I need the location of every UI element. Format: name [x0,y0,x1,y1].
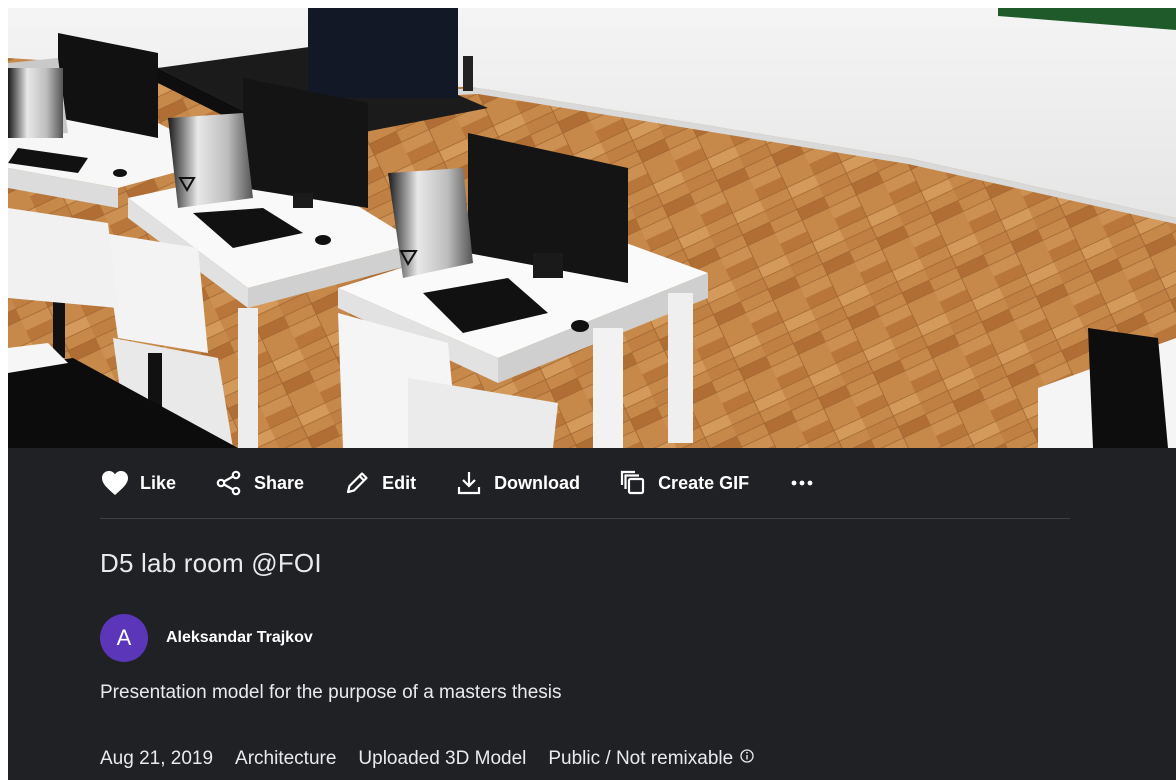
share-icon [214,468,244,498]
visibility-label: Public / Not remixable [548,748,734,769]
create-gif-icon [618,468,648,498]
model-viewer[interactable] [8,8,1176,448]
more-icon [787,468,817,498]
download-icon [454,468,484,498]
create-gif-button[interactable]: Create GIF [618,463,749,503]
like-label: Like [140,472,177,493]
info-icon[interactable] [739,748,755,764]
info-panel: Like Share Edit Download Create GIF D5 l… [8,448,1176,780]
like-button[interactable]: Like [100,463,176,503]
model-metadata: Aug 21, 2019 Architecture Uploaded 3D Mo… [100,748,755,770]
share-button[interactable]: Share [214,463,304,503]
download-label: Download [494,472,581,493]
edit-label: Edit [382,472,417,493]
share-label: Share [254,472,305,493]
pencil-icon [342,468,372,498]
upload-date: Aug 21, 2019 [100,748,214,769]
scene-render [8,8,1176,448]
avatar: A [100,614,148,662]
author-name: Aleksandar Trajkov [166,629,313,646]
action-bar: Like Share Edit Download Create GIF [100,448,1070,519]
download-button[interactable]: Download [454,463,580,503]
model-type-label: Uploaded 3D Model [358,748,527,769]
more-options-button[interactable] [787,463,817,503]
heart-icon [100,468,130,498]
category-label: Architecture [235,748,337,769]
create-gif-label: Create GIF [658,472,750,493]
edit-button[interactable]: Edit [342,463,416,503]
page: Like Share Edit Download Create GIF D5 l… [0,0,1176,780]
author-link[interactable]: A Aleksandar Trajkov [100,614,313,662]
model-description: Presentation model for the purpose of a … [100,682,562,703]
model-title: D5 lab room @FOI [100,548,322,578]
